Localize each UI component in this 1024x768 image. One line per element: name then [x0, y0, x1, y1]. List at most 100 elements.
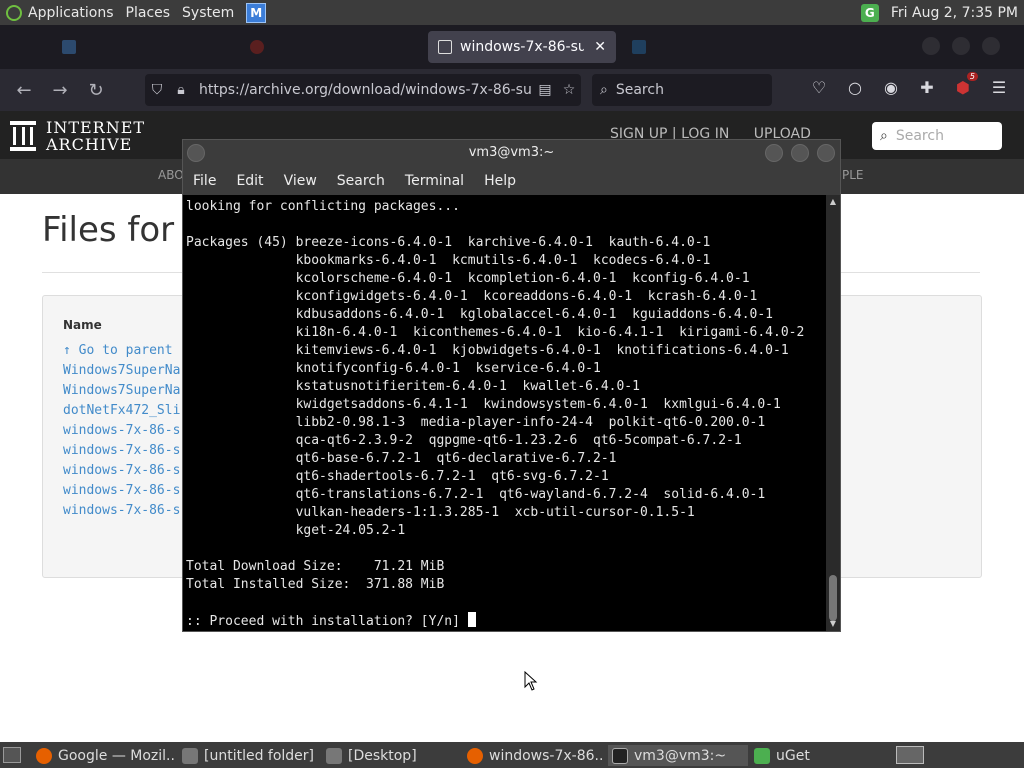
minimize-icon[interactable] [922, 37, 940, 55]
task-untitled-folder[interactable]: [untitled folder] [182, 745, 322, 766]
maximize-icon[interactable] [791, 144, 809, 162]
tab-background-3[interactable] [622, 31, 802, 63]
search-icon: ⌕ [880, 128, 888, 144]
task-label: [Desktop] [348, 747, 417, 764]
terminal-line: kitemviews-6.4.0-1 kjobwidgets-6.4.0-1 k… [186, 343, 789, 358]
show-desktop-icon[interactable] [3, 747, 21, 763]
file-link[interactable]: windows-7x-86-s [63, 501, 180, 521]
clock[interactable]: Fri Aug 2, 7:35 PM [885, 0, 1024, 25]
terminal-lines: looking for conflicting packages... Packa… [186, 198, 826, 612]
subnav-people[interactable]: PLE [842, 168, 864, 182]
task-uget[interactable]: uGet [754, 745, 854, 766]
task-label: Google — Mozil... [58, 747, 176, 764]
uget-tray[interactable]: G [855, 0, 885, 25]
ublock-icon[interactable]: ⬢ 5 [952, 72, 978, 97]
back-icon[interactable]: ← [6, 80, 42, 101]
close-tab-icon[interactable]: ✕ [594, 39, 606, 55]
menu-view[interactable]: View [284, 173, 317, 189]
hamburger-menu-icon[interactable]: ☰ [988, 78, 1010, 97]
terminal-line: kdbusaddons-6.4.0-1 kglobalaccel-6.4.0-1… [186, 307, 773, 322]
folder-icon [182, 747, 198, 764]
terminal-line: kwidgetsaddons-6.4.1-1 kwindowsystem-6.4… [186, 397, 781, 412]
scroll-down-icon[interactable]: ▼ [826, 619, 840, 628]
scroll-up-icon[interactable]: ▲ [826, 197, 840, 206]
terminal-line: Total Installed Size: 371.88 MiB [186, 577, 445, 592]
terminal-output[interactable]: looking for conflicting packages... Packa… [183, 195, 826, 631]
task-label: vm3@vm3:~ [634, 747, 727, 764]
archive-search-input[interactable]: ⌕ Search [872, 122, 1002, 150]
system-monitor-launcher[interactable]: M [240, 0, 272, 25]
task-desktop-folder[interactable]: [Desktop] [326, 745, 456, 766]
browser-search-placeholder: Search [615, 82, 664, 98]
extensions-icon[interactable]: ✚ [916, 78, 938, 97]
workspace-switcher[interactable] [896, 746, 924, 764]
url-text[interactable]: https://archive.org/download/windows-7x-… [199, 82, 533, 98]
tab-active[interactable]: windows-7x-86-supe ✕ [428, 31, 616, 63]
subnav-about[interactable]: ABO [158, 168, 184, 182]
account-icon[interactable]: ◉ [880, 78, 902, 97]
close-icon[interactable] [817, 144, 835, 162]
circle-icon[interactable]: ○ [844, 78, 866, 97]
pocket-icon[interactable]: ♡ [808, 78, 830, 97]
file-link[interactable]: ↑ Go to parent [63, 341, 180, 361]
file-link[interactable]: dotNetFx472_Sli [63, 401, 180, 421]
name-column-header[interactable]: Name [63, 318, 102, 332]
file-link[interactable]: windows-7x-86-s [63, 421, 180, 441]
terminal-line: kcolorscheme-6.4.0-1 kcompletion-6.4.0-1… [186, 271, 750, 286]
terminal-line: qt6-shadertools-6.7.2-1 qt6-svg-6.7.2-1 [186, 469, 609, 484]
menu-terminal[interactable]: Terminal [405, 173, 464, 189]
menu-edit[interactable]: Edit [236, 173, 263, 189]
archive-icon [438, 40, 452, 54]
reader-mode-icon[interactable]: ▤ [533, 82, 557, 98]
menu-help[interactable]: Help [484, 173, 516, 189]
file-link[interactable]: windows-7x-86-s [63, 461, 180, 481]
archive-logo[interactable]: INTERNET ARCHIVE [10, 119, 145, 153]
terminal-line: knotifyconfig-6.4.0-1 kservice-6.4.0-1 [186, 361, 601, 376]
terminal-line: qca-qt6-2.3.9-2 qgpgme-qt6-1.23.2-6 qt6-… [186, 433, 742, 448]
terminal-scrollbar[interactable]: ▲ ▼ [826, 195, 840, 631]
forward-icon[interactable]: → [42, 80, 78, 101]
terminal-line: kget-24.05.2-1 [186, 523, 406, 538]
terminal-line: vulkan-headers-1:1.3.285-1 xcb-util-curs… [186, 505, 695, 520]
lock-icon[interactable]: 🔒︎ [169, 82, 193, 98]
file-link[interactable]: Windows7SuperNa [63, 381, 180, 401]
minimize-icon[interactable] [765, 144, 783, 162]
menu-search[interactable]: Search [337, 173, 385, 189]
terminal-titlebar[interactable]: vm3@vm3:~ [183, 140, 840, 167]
terminal-line: qt6-base-6.7.2-1 qt6-declarative-6.7.2-1 [186, 451, 617, 466]
search-icon: ⌕ [600, 82, 608, 98]
url-bar[interactable]: ⛉ 🔒︎ https://archive.org/download/window… [145, 74, 581, 106]
task-terminal[interactable]: vm3@vm3:~ [608, 745, 748, 766]
window-menu-icon[interactable] [187, 144, 205, 162]
reload-icon[interactable]: ↻ [78, 80, 114, 101]
terminal-title: vm3@vm3:~ [468, 145, 555, 160]
task-label: [untitled folder] [204, 747, 315, 764]
archive-temple-icon [10, 121, 36, 151]
bookmark-star-icon[interactable]: ☆ [557, 82, 581, 98]
maximize-icon[interactable] [952, 37, 970, 55]
file-link[interactable]: windows-7x-86-s [63, 481, 180, 501]
tab-background-2[interactable] [240, 31, 415, 63]
places-menu[interactable]: Places [120, 0, 177, 25]
tab-favicon-icon [62, 40, 76, 54]
menu-file[interactable]: File [193, 173, 216, 189]
scrollbar-thumb[interactable] [829, 575, 837, 621]
applications-menu[interactable]: Applications [0, 0, 120, 25]
browser-search-box[interactable]: ⌕ Search [592, 74, 772, 106]
mouse-pointer-icon [524, 671, 538, 691]
file-link[interactable]: windows-7x-86-s [63, 441, 180, 461]
system-menu[interactable]: System [176, 0, 240, 25]
terminal-line: kbookmarks-6.4.0-1 kcmutils-6.4.0-1 kcod… [186, 253, 711, 268]
bottom-panel: Google — Mozil... [untitled folder] [Des… [0, 742, 1024, 768]
task-firefox-google[interactable]: Google — Mozil... [36, 745, 176, 766]
distro-logo-icon [6, 4, 22, 21]
shield-icon[interactable]: ⛉ [145, 82, 169, 98]
file-link[interactable]: Windows7SuperNa [63, 361, 180, 381]
task-firefox-archive[interactable]: windows-7x-86... [467, 745, 603, 766]
tab-background-1[interactable] [52, 31, 222, 63]
archive-search-placeholder: Search [895, 128, 944, 144]
close-window-icon[interactable] [982, 37, 1000, 55]
